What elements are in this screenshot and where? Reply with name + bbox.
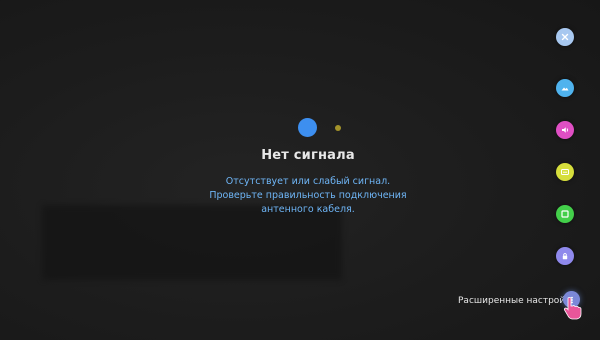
close-icon [561, 33, 569, 41]
subtitles-icon [561, 169, 569, 175]
loader-dot-large [298, 118, 317, 137]
pointer-cursor-icon [563, 297, 582, 320]
lock-icon [562, 253, 568, 260]
no-signal-line-2: Проверьте правильность подключения [209, 190, 407, 201]
no-signal-line-1: Отсутствует или слабый сигнал. [225, 176, 391, 187]
sound-icon [562, 127, 569, 133]
no-signal-line-3: антенного кабеля. [261, 204, 355, 215]
subtitles-button[interactable] [556, 163, 574, 181]
tv-screen: Нет сигнала Отсутствует или слабый сигна… [0, 0, 600, 340]
close-button[interactable] [556, 28, 574, 46]
picture-settings-button[interactable] [556, 79, 574, 97]
advanced-settings-label: Расширенные настройки [458, 296, 577, 306]
lock-button[interactable] [556, 247, 574, 265]
loader-dot-small [335, 125, 341, 131]
sound-settings-button[interactable] [556, 121, 574, 139]
no-signal-message: Нет сигнала Отсутствует или слабый сигна… [150, 148, 466, 217]
screen-icon [561, 210, 569, 218]
no-signal-title: Нет сигнала [261, 148, 355, 163]
signal-loader [298, 118, 358, 138]
picture-icon [561, 87, 569, 91]
screen-settings-button[interactable] [556, 205, 574, 223]
